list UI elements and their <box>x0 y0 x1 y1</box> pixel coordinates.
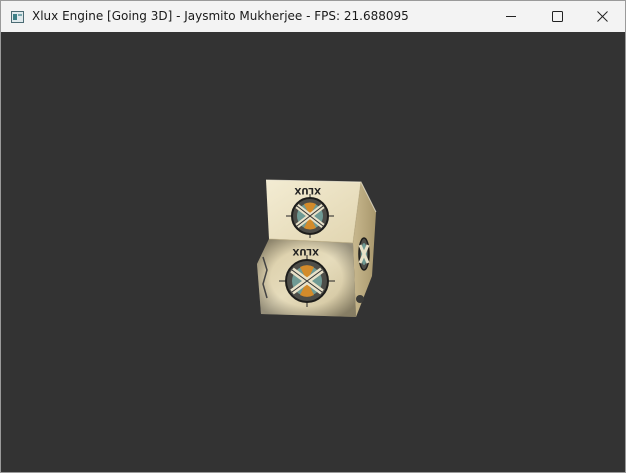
minimize-button[interactable] <box>488 1 534 32</box>
render-viewport[interactable]: XLUX XLUX <box>1 32 625 472</box>
app-icon <box>11 10 24 23</box>
texture-label-front: XLUX <box>292 246 319 256</box>
maximize-button[interactable] <box>534 1 580 32</box>
cube-scene: XLUX XLUX <box>257 179 377 317</box>
cube-top-face: XLUX <box>266 180 361 243</box>
cube-front-face: XLUX <box>257 239 356 317</box>
title-bar[interactable]: Xlux Engine [Going 3D] - Jaysmito Mukher… <box>1 1 625 32</box>
app-window: Xlux Engine [Going 3D] - Jaysmito Mukher… <box>0 0 626 473</box>
texture-label-top: XLUX <box>294 185 321 195</box>
maximize-icon <box>552 11 563 22</box>
xlux-emblem-side <box>358 237 370 271</box>
close-button[interactable] <box>579 1 625 32</box>
close-icon <box>597 11 608 22</box>
window-title: Xlux Engine [Going 3D] - Jaysmito Mukher… <box>32 9 409 23</box>
minimize-icon <box>506 16 516 17</box>
